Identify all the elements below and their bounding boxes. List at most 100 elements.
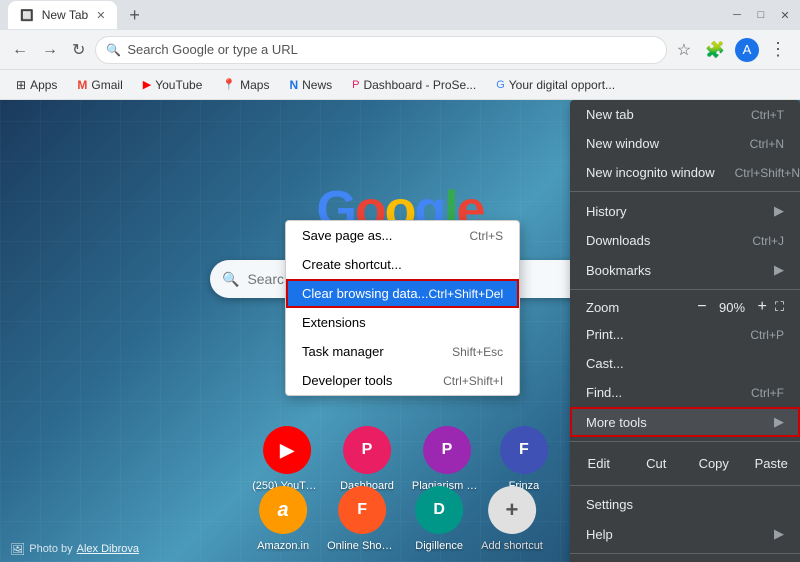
shortcut-amazon-icon: a [259, 486, 307, 534]
sub-menu-extensions[interactable]: Extensions [286, 308, 519, 337]
bookmark-apps-label: Apps [30, 78, 57, 92]
shortcut-add-icon: + [488, 486, 536, 534]
shortcut-amazon-label: Amazon.in [257, 540, 309, 552]
sub-menu-clear-browsing-shortcut: Ctrl+Shift+Del [428, 287, 503, 301]
sub-menu-save-page-shortcut: Ctrl+S [469, 229, 503, 243]
zoom-controls: − 90% + ⛶ [697, 298, 784, 316]
photo-prefix: Photo by [29, 543, 72, 555]
bookmark-digital[interactable]: G Your digital opport... [488, 75, 623, 95]
bookmark-apps[interactable]: ⊞ Apps [8, 75, 65, 95]
reload-button[interactable]: ↻ [68, 36, 89, 64]
gmail-icon: M [77, 78, 87, 92]
shortcut-plagiarism[interactable]: P Plagiarism C... [412, 426, 482, 492]
new-tab-button[interactable]: + [125, 5, 144, 26]
bookmark-star-button[interactable]: ☆ [673, 36, 695, 64]
zoom-increase-button[interactable]: + [758, 298, 767, 316]
bookmark-maps[interactable]: 📍 Maps [214, 75, 277, 95]
address-bar[interactable]: 🔍 Search Google or type a URL [95, 36, 666, 64]
menu-divider-2 [570, 289, 800, 290]
tab-bar: 🔲 New Tab ✕ + [8, 1, 144, 29]
menu-history-label: History [586, 204, 766, 219]
sub-menu-save-page[interactable]: Save page as... Ctrl+S [286, 221, 519, 250]
bookmark-digital-label: Your digital opport... [509, 78, 615, 92]
maps-icon: 📍 [222, 78, 236, 91]
menu-help-label: Help [586, 527, 766, 542]
menu-incognito[interactable]: New incognito window Ctrl+Shift+N [570, 158, 800, 187]
menu-exit[interactable]: Exit [570, 558, 800, 562]
menu-more-tools-arrow: ▶ [774, 414, 784, 430]
shortcut-add[interactable]: + Add shortcut [481, 486, 543, 552]
shortcut-digillence[interactable]: D Digillence [415, 486, 463, 552]
extensions-button[interactable]: 🧩 [701, 36, 729, 64]
tab-favicon: 🔲 [20, 9, 34, 22]
bookmark-gmail[interactable]: M Gmail [69, 75, 130, 95]
menu-incognito-label: New incognito window [586, 165, 715, 180]
shortcut-youtube[interactable]: ▶ (250) YouTube [252, 426, 322, 492]
menu-cut-button[interactable]: Cut [628, 450, 686, 477]
photo-author-link[interactable]: Alex Dibrova [77, 543, 139, 555]
shortcut-youtube-icon: ▶ [263, 426, 311, 474]
zoom-fullscreen-button[interactable]: ⛶ [775, 299, 784, 315]
sub-menu-clear-browsing[interactable]: Clear browsing data... Ctrl+Shift+Del [286, 279, 519, 308]
close-button[interactable]: ✕ [778, 8, 792, 22]
site-info-icon: 🔍 [106, 43, 121, 57]
menu-copy-button[interactable]: Copy [685, 450, 743, 477]
forward-button[interactable]: → [38, 37, 62, 63]
bookmark-dashboard[interactable]: P Dashboard - ProSe... [344, 75, 484, 95]
search-icon: 🔍 [222, 271, 239, 288]
toolbar: ← → ↻ 🔍 Search Google or type a URL ☆ 🧩 … [0, 30, 800, 70]
main-chrome-menu: New tab Ctrl+T New window Ctrl+N New inc… [570, 100, 800, 562]
dashboard-icon: P [352, 79, 359, 91]
menu-history[interactable]: History ▶ [570, 196, 800, 226]
menu-downloads[interactable]: Downloads Ctrl+J [570, 226, 800, 255]
shortcut-amazon[interactable]: a Amazon.in [257, 486, 309, 552]
menu-divider-1 [570, 191, 800, 192]
bookmark-news[interactable]: N News [281, 75, 340, 95]
shortcut-dashboard[interactable]: P Dashboard [340, 426, 394, 492]
menu-more-tools[interactable]: More tools ▶ [570, 407, 800, 437]
minimize-button[interactable]: ─ [730, 8, 744, 22]
apps-icon: ⊞ [16, 78, 26, 92]
menu-cast-label: Cast... [586, 356, 784, 371]
sub-menu-create-shortcut-label: Create shortcut... [302, 257, 402, 272]
shortcut-add-label: Add shortcut [481, 540, 543, 552]
menu-help[interactable]: Help ▶ [570, 519, 800, 549]
active-tab[interactable]: 🔲 New Tab ✕ [8, 1, 117, 29]
menu-find[interactable]: Find... Ctrl+F [570, 378, 800, 407]
shortcut-digillence-label: Digillence [415, 540, 463, 552]
back-button[interactable]: ← [8, 37, 32, 63]
menu-button[interactable]: ⋮ [765, 35, 792, 64]
shortcut-online-shop[interactable]: F Online Shopp... [327, 486, 397, 552]
menu-bookmarks[interactable]: Bookmarks ▶ [570, 255, 800, 285]
menu-edit-label: Edit [570, 450, 628, 477]
menu-downloads-shortcut: Ctrl+J [752, 234, 784, 248]
news-icon: N [289, 78, 298, 92]
profile-button[interactable]: A [735, 38, 759, 62]
sub-menu-clear-browsing-label: Clear browsing data... [302, 286, 428, 301]
photo-credit: 🖼 Photo by Alex Dibrova [10, 542, 139, 556]
menu-new-window[interactable]: New window Ctrl+N [570, 129, 800, 158]
menu-cast[interactable]: Cast... [570, 349, 800, 378]
menu-settings-label: Settings [586, 497, 784, 512]
tab-close-button[interactable]: ✕ [96, 9, 105, 22]
menu-new-window-label: New window [586, 136, 730, 151]
menu-edit-row: Edit Cut Copy Paste [570, 446, 800, 481]
menu-bookmarks-arrow: ▶ [774, 262, 784, 278]
shortcut-frinza[interactable]: F Frinza [500, 426, 548, 492]
sub-menu-task-manager[interactable]: Task manager Shift+Esc [286, 337, 519, 366]
menu-new-tab[interactable]: New tab Ctrl+T [570, 100, 800, 129]
menu-settings[interactable]: Settings [570, 490, 800, 519]
menu-paste-button[interactable]: Paste [743, 450, 800, 477]
bookmark-youtube[interactable]: ▶ YouTube [135, 75, 211, 95]
menu-bookmarks-label: Bookmarks [586, 263, 766, 278]
maximize-button[interactable]: □ [754, 8, 768, 22]
zoom-decrease-button[interactable]: − [697, 298, 706, 316]
menu-print-shortcut: Ctrl+P [750, 328, 784, 342]
bookmarks-bar: ⊞ Apps M Gmail ▶ YouTube 📍 Maps N News P… [0, 70, 800, 100]
menu-divider-3 [570, 441, 800, 442]
menu-print[interactable]: Print... Ctrl+P [570, 320, 800, 349]
sub-menu-developer-tools[interactable]: Developer tools Ctrl+Shift+I [286, 366, 519, 395]
sub-menu-create-shortcut[interactable]: Create shortcut... [286, 250, 519, 279]
youtube-icon: ▶ [143, 78, 151, 91]
menu-find-shortcut: Ctrl+F [751, 386, 784, 400]
